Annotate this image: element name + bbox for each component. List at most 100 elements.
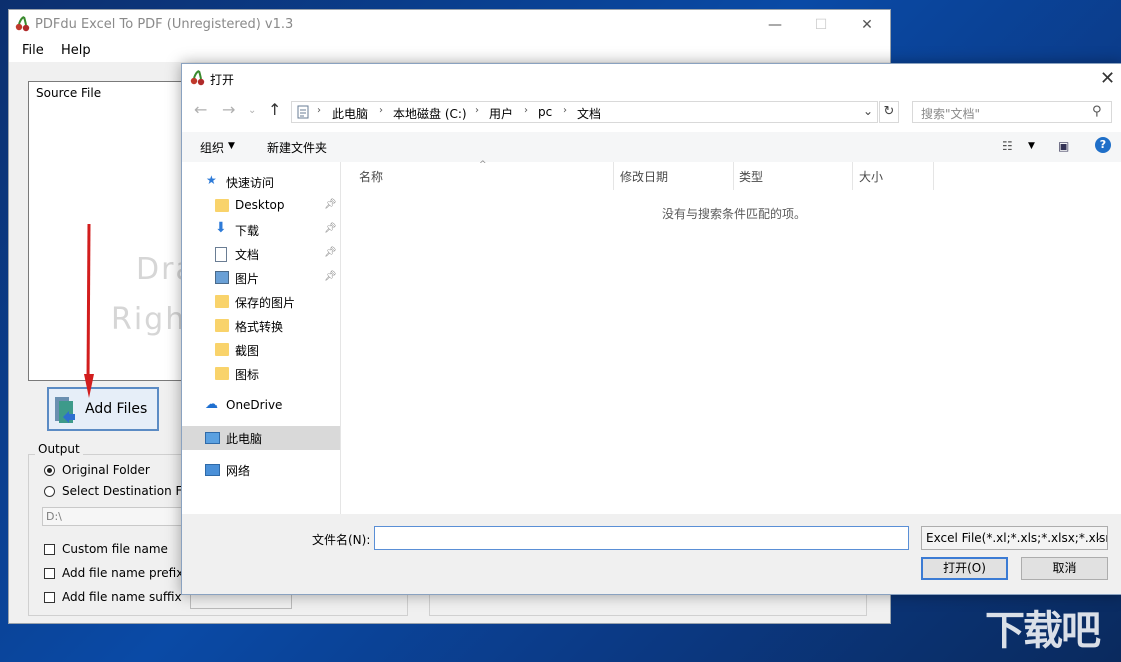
checkbox-custom-file-name[interactable] [44, 544, 55, 555]
menu-file[interactable]: File [22, 43, 44, 58]
nav-item-desktop[interactable]: Desktop 📌︎ [182, 194, 340, 218]
breadcrumb-users[interactable]: 用户 [489, 105, 513, 122]
pin-icon: 📌︎ [324, 271, 337, 282]
column-size[interactable]: 大小 [859, 168, 883, 185]
open-button[interactable]: 打开(O) [921, 557, 1008, 580]
organize-menu[interactable]: 组织 [200, 139, 224, 156]
help-icon[interactable]: ? [1095, 137, 1111, 153]
empty-results-message: 没有与搜索条件匹配的项。 [662, 205, 806, 222]
cloud-icon: ☁ [205, 397, 219, 410]
nav-network[interactable]: 网络 [182, 458, 340, 482]
output-label: Output [35, 442, 83, 456]
up-arrow-icon[interactable]: ↑ [268, 100, 281, 119]
minimize-button[interactable]: — [752, 10, 798, 40]
maximize-button[interactable]: ☐ [798, 10, 844, 40]
refresh-button[interactable]: ↻ [879, 101, 899, 123]
search-icon: ⚲ [1092, 104, 1102, 119]
close-button[interactable]: ✕ [844, 10, 890, 40]
dialog-title-bar[interactable]: 打开 ✕ [182, 64, 1121, 94]
back-arrow-icon[interactable]: ← [194, 100, 207, 119]
checkbox-prefix-label: Add file name prefix [62, 566, 183, 580]
breadcrumb-pc[interactable]: pc [538, 105, 552, 119]
app-title: PDFdu Excel To PDF (Unregistered) v1.3 [35, 17, 293, 32]
app-logo-icon [15, 16, 31, 32]
breadcrumb-local-disk[interactable]: 本地磁盘 (C:) [393, 105, 467, 122]
add-files-button[interactable]: Add Files [47, 387, 159, 431]
nav-item-pictures[interactable]: 图片 📌︎ [182, 266, 340, 290]
new-folder-button[interactable]: 新建文件夹 [267, 139, 327, 156]
radio-original-folder[interactable] [44, 465, 55, 476]
cancel-button[interactable]: 取消 [1021, 557, 1108, 580]
column-name[interactable]: 名称 [359, 168, 383, 185]
column-divider[interactable] [933, 162, 934, 190]
folder-icon [215, 295, 229, 308]
radio-destination-folder[interactable] [44, 486, 55, 497]
checkbox-suffix-label: Add file name suffix [62, 590, 182, 604]
folder-icon [215, 343, 229, 356]
nav-item-icons[interactable]: 图标 [182, 362, 340, 386]
nav-item-label: 图标 [235, 366, 259, 383]
column-divider[interactable] [852, 162, 853, 190]
radio-original-folder-label: Original Folder [62, 463, 150, 477]
recent-locations-chevron-icon[interactable]: ⌄ [248, 105, 256, 116]
source-file-label: Source File [36, 86, 101, 100]
sort-ascending-icon: ^ [479, 160, 487, 170]
file-type-filter[interactable]: Excel File(*.xl;*.xls;*.xlsx;*.xlsm [921, 526, 1108, 550]
breadcrumb-separator: › [379, 105, 383, 116]
breadcrumb-separator: › [475, 105, 479, 116]
app-title-bar[interactable]: PDFdu Excel To PDF (Unregistered) v1.3 —… [9, 10, 890, 40]
nav-this-pc-label: 此电脑 [226, 430, 262, 447]
menu-bar: File Help [9, 40, 890, 62]
checkbox-prefix[interactable] [44, 568, 55, 579]
view-options-icon[interactable]: ☷ [1002, 139, 1013, 153]
nav-item-downloads[interactable]: ⬇ 下载 📌︎ [182, 218, 340, 242]
network-icon [205, 464, 220, 476]
search-input[interactable]: 搜索"文档" [912, 101, 1112, 123]
nav-item-label: 下载 [235, 222, 259, 239]
nav-item-label: 文档 [235, 246, 259, 263]
column-type[interactable]: 类型 [739, 168, 763, 185]
nav-network-label: 网络 [226, 462, 250, 479]
document-icon [215, 247, 227, 262]
folder-icon [215, 319, 229, 332]
add-files-label: Add Files [85, 401, 147, 417]
address-bar[interactable]: › 此电脑 › 本地磁盘 (C:) › 用户 › pc › 文档 ⌄ [291, 101, 878, 123]
folder-icon [215, 367, 229, 380]
nav-onedrive-label: OneDrive [226, 398, 282, 412]
dialog-toolbar: 组织 ▼ 新建文件夹 ☷ ▼ ▣ [182, 132, 1121, 162]
forward-arrow-icon[interactable]: → [222, 100, 235, 119]
breadcrumb-this-pc[interactable]: 此电脑 [332, 105, 368, 122]
open-file-dialog: 打开 ✕ ← → ⌄ ↑ › 此电脑 › 本地磁盘 (C:) › 用户 › pc… [181, 63, 1121, 595]
computer-icon [205, 432, 220, 444]
dialog-close-icon[interactable]: ✕ [1100, 68, 1115, 89]
column-date-modified[interactable]: 修改日期 [620, 168, 668, 185]
checkbox-suffix[interactable] [44, 592, 55, 603]
filter-dropdown-chevron-icon[interactable]: ⌄ [1094, 530, 1103, 543]
view-options-dropdown-icon[interactable]: ▼ [1028, 141, 1035, 151]
nav-item-saved-pictures[interactable]: 保存的图片 [182, 290, 340, 314]
menu-help[interactable]: Help [61, 43, 91, 58]
preview-pane-icon[interactable]: ▣ [1058, 139, 1069, 153]
nav-item-screenshots[interactable]: 截图 [182, 338, 340, 362]
column-divider[interactable] [613, 162, 614, 190]
add-files-icon [53, 393, 79, 425]
dialog-footer: 文件名(N): Excel File(*.xl;*.xls;*.xlsx;*.x… [182, 514, 1121, 594]
breadcrumb-separator: › [317, 105, 321, 116]
nav-item-documents[interactable]: 文档 📌︎ [182, 242, 340, 266]
organize-dropdown-icon[interactable]: ▼ [228, 141, 235, 151]
breadcrumb-documents[interactable]: 文档 [577, 105, 601, 122]
filename-label: 文件名(N): [312, 531, 370, 548]
red-arrow-annotation [84, 222, 94, 398]
nav-item-format-conversion[interactable]: 格式转换 [182, 314, 340, 338]
file-type-filter-value: Excel File(*.xl;*.xls;*.xlsx;*.xlsm [926, 531, 1108, 545]
download-arrow-icon: ⬇ [215, 220, 229, 233]
nav-item-label: 格式转换 [235, 318, 283, 335]
address-dropdown-chevron-icon[interactable]: ⌄ [863, 104, 873, 118]
nav-quick-access[interactable]: ★ 快速访问 [182, 170, 340, 194]
nav-onedrive[interactable]: ☁ OneDrive [182, 394, 340, 418]
dialog-title: 打开 [210, 71, 234, 88]
column-divider[interactable] [733, 162, 734, 190]
drop-hint-line2: Righ [111, 302, 186, 337]
nav-this-pc[interactable]: 此电脑 [182, 426, 340, 450]
filename-input[interactable] [374, 526, 909, 550]
